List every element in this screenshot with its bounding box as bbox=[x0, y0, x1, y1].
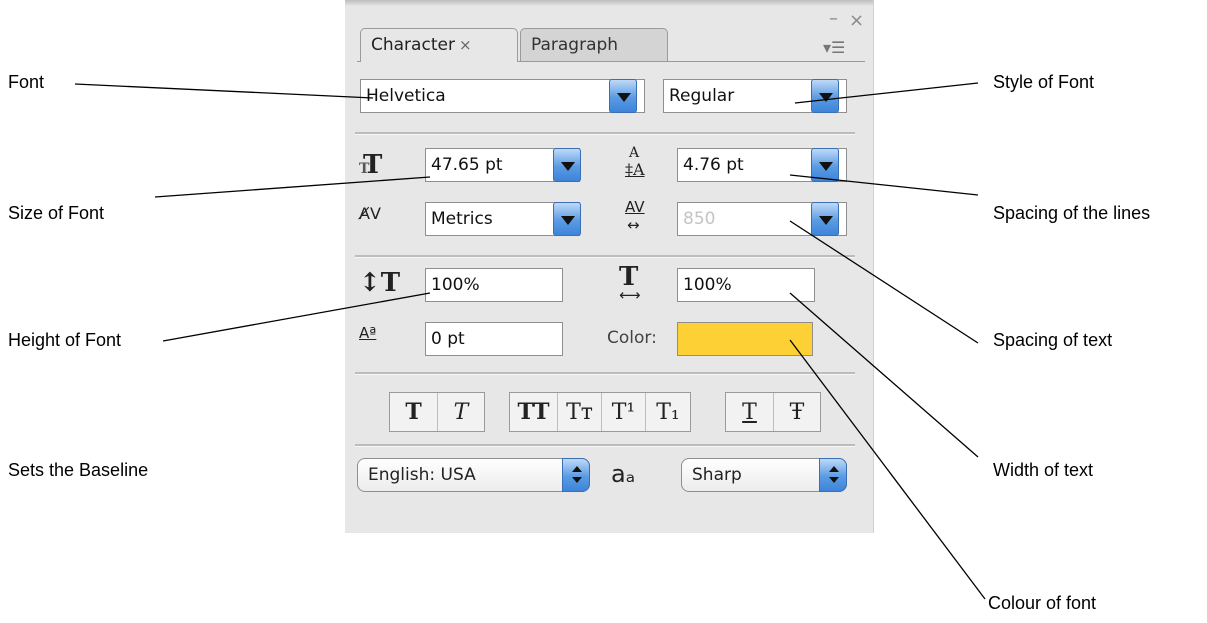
baseline-shift-field[interactable]: 0 pt bbox=[425, 322, 563, 356]
leading-icon: A bbox=[629, 145, 640, 161]
separator bbox=[355, 444, 855, 447]
leading-dropdown-button[interactable] bbox=[811, 148, 839, 182]
tab-close-icon[interactable]: × bbox=[459, 36, 472, 54]
leader-font bbox=[74, 83, 374, 99]
strikethrough-button[interactable]: Ŧ bbox=[774, 393, 820, 431]
tracking-arrows-icon: ↔ bbox=[627, 216, 640, 234]
font-family-dropdown-button[interactable] bbox=[609, 79, 637, 113]
callout-spacing-lines: Spacing of the lines bbox=[993, 203, 1151, 223]
small-caps-button[interactable]: Tт bbox=[558, 393, 602, 431]
callout-sets-baseline: Sets the Baseline bbox=[8, 460, 149, 480]
language-select-arrows-icon[interactable] bbox=[562, 458, 590, 492]
kerning-icon: A̸V bbox=[359, 204, 381, 223]
leading-icon-lower: ‡A bbox=[625, 160, 645, 179]
color-swatch[interactable] bbox=[677, 322, 813, 356]
panel-menu-icon[interactable]: ▾☰ bbox=[823, 38, 845, 57]
tab-character-label: Character bbox=[371, 35, 455, 55]
baseline-shift-icon: Aª bbox=[359, 324, 377, 342]
kerning-dropdown-button[interactable] bbox=[553, 202, 581, 236]
tracking-icon: AV bbox=[625, 198, 645, 216]
separator bbox=[355, 255, 855, 258]
subscript-button[interactable]: T₁ bbox=[646, 393, 690, 431]
callout-height-of-font: Height of Font bbox=[8, 330, 122, 350]
font-style-dropdown-button[interactable] bbox=[811, 79, 839, 113]
callout-width-text: Width of text bbox=[993, 460, 1094, 480]
character-panel: – × Character × Paragraph ▾☰ Helvetica Re… bbox=[345, 0, 874, 533]
horizontal-scale-field[interactable]: 100% bbox=[677, 268, 815, 302]
callout-spacing-text: Spacing of text bbox=[993, 330, 1113, 350]
language-select[interactable]: English: USA bbox=[357, 458, 590, 492]
language-value: English: USA bbox=[368, 465, 476, 485]
superscript-button[interactable]: T¹ bbox=[602, 393, 646, 431]
all-caps-button[interactable]: TT bbox=[510, 393, 558, 431]
callout-font: Font bbox=[8, 72, 45, 92]
color-label: Color: bbox=[607, 328, 657, 348]
callout-colour-font: Colour of font bbox=[988, 593, 1097, 613]
callout-size-of-font: Size of Font bbox=[8, 203, 105, 223]
panel-top-strip bbox=[345, 0, 873, 6]
separator bbox=[355, 132, 855, 135]
separator bbox=[355, 372, 855, 375]
tab-paragraph-label: Paragraph bbox=[531, 35, 619, 55]
style-buttons-group-lines: T Ŧ bbox=[725, 392, 821, 432]
style-buttons-group-bold-italic: T T bbox=[389, 392, 485, 432]
tracking-dropdown-button[interactable] bbox=[811, 202, 839, 236]
antialias-value: Sharp bbox=[692, 465, 742, 485]
font-size-small-icon: T bbox=[359, 161, 370, 177]
tab-paragraph[interactable]: Paragraph bbox=[520, 28, 668, 62]
vertical-scale-icon: ↕T bbox=[359, 268, 401, 298]
antialias-select-arrows-icon[interactable] bbox=[819, 458, 847, 492]
tab-character[interactable]: Character × bbox=[360, 28, 518, 62]
font-size-dropdown-button[interactable] bbox=[553, 148, 581, 182]
faux-italic-button[interactable]: T bbox=[438, 393, 484, 431]
vertical-scale-field[interactable]: 100% bbox=[425, 268, 563, 302]
faux-bold-button[interactable]: T bbox=[390, 393, 438, 431]
style-buttons-group-caps: TT Tт T¹ T₁ bbox=[509, 392, 691, 432]
minimize-icon[interactable]: – bbox=[829, 8, 838, 29]
antialias-icon: aₐ bbox=[611, 460, 636, 488]
underline-button[interactable]: T bbox=[726, 393, 774, 431]
horizontal-scale-arrows-icon: ⟷ bbox=[619, 286, 641, 304]
callout-style-of-font: Style of Font bbox=[993, 72, 1095, 92]
antialias-select[interactable]: Sharp bbox=[681, 458, 847, 492]
font-family-field[interactable]: Helvetica bbox=[360, 79, 645, 113]
close-panel-icon[interactable]: × bbox=[849, 10, 864, 31]
